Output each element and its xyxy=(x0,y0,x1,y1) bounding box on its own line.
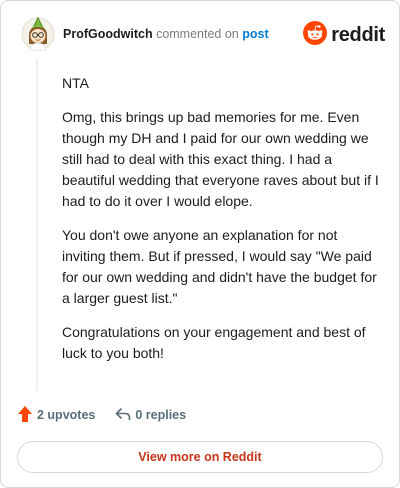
comment-paragraph: Omg, this brings up bad memories for me.… xyxy=(62,109,379,209)
comment-paragraph: You don't owe anyone an explanation for … xyxy=(62,227,377,306)
thread-line[interactable] xyxy=(36,59,38,391)
reddit-brand-link[interactable]: reddit xyxy=(303,21,385,50)
reply-button[interactable]: 0 replies xyxy=(115,407,186,424)
comment-actions: 2 upvotes 0 replies xyxy=(17,404,186,426)
comment-byline: ProfGoodwitch commented on post xyxy=(63,27,269,41)
reply-arrow-icon xyxy=(115,407,135,424)
comment-header: ProfGoodwitch commented on post reddit xyxy=(17,13,385,55)
comment-card: ProfGoodwitch commented on post reddit N… xyxy=(0,0,400,488)
upvote-arrow-icon xyxy=(17,405,37,426)
commented-on-text: commented on xyxy=(156,27,239,41)
comment-paragraph: Congratulations on your engagement and b… xyxy=(62,324,366,361)
user-avatar-icon[interactable] xyxy=(21,16,55,51)
reddit-snoo-icon xyxy=(303,21,328,50)
upvote-button[interactable]: 2 upvotes xyxy=(17,405,95,426)
reply-count: 0 replies xyxy=(135,408,187,422)
post-link[interactable]: post xyxy=(242,27,268,41)
comment-body: NTA Omg, this brings up bad memories for… xyxy=(62,73,380,377)
view-more-on-reddit-button[interactable]: View more on Reddit xyxy=(17,441,383,473)
comment-paragraph: NTA xyxy=(62,75,89,91)
upvote-count: 2 upvotes xyxy=(37,408,96,422)
username-link[interactable]: ProfGoodwitch xyxy=(63,27,153,41)
reddit-wordmark: reddit xyxy=(331,24,385,46)
